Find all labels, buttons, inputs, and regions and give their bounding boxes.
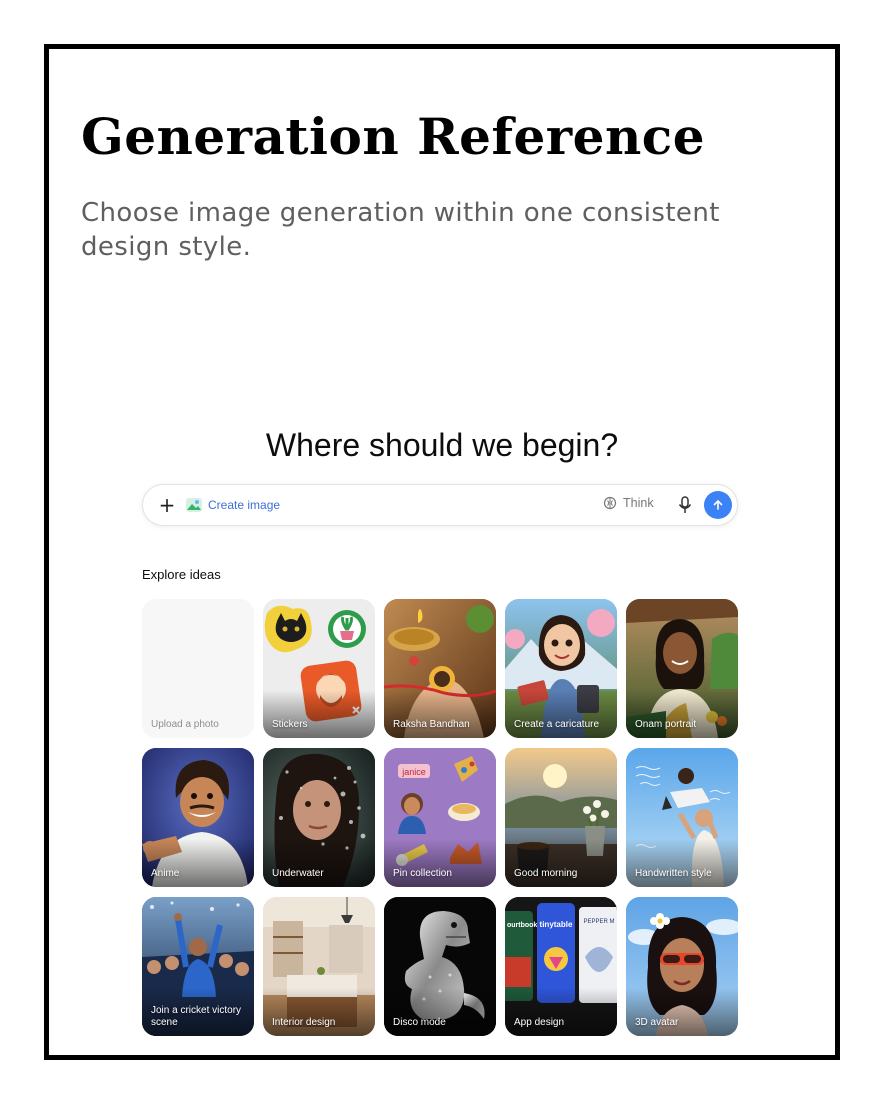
card-label: Raksha Bandhan bbox=[393, 719, 470, 730]
plus-icon[interactable]: + bbox=[155, 493, 179, 517]
explore-ideas-label: Explore ideas bbox=[142, 567, 221, 582]
app-tag-3: PEPPER M bbox=[583, 919, 614, 925]
card-3d-avatar[interactable]: 3D avatar bbox=[626, 897, 738, 1036]
send-button[interactable] bbox=[704, 491, 732, 519]
card-label: Join a cricket victory scene bbox=[151, 1005, 242, 1028]
card-label: Handwritten style bbox=[635, 868, 712, 879]
card-label: Anime bbox=[151, 868, 180, 879]
card-underwater[interactable]: Underwater bbox=[263, 748, 375, 887]
think-button[interactable]: Think bbox=[603, 496, 654, 510]
app-tag-1: ourtbook bbox=[507, 922, 537, 929]
card-upload-photo[interactable]: Upload a photo bbox=[142, 599, 254, 738]
reference-frame: Generation Reference Choose image genera… bbox=[44, 44, 840, 1060]
image-icon bbox=[186, 498, 202, 512]
card-create-caricature[interactable]: Create a caricature bbox=[505, 599, 617, 738]
microphone-icon[interactable] bbox=[676, 495, 694, 515]
app-tag-2: tinytable bbox=[540, 920, 573, 929]
think-icon bbox=[603, 496, 617, 510]
card-label: Upload a photo bbox=[151, 719, 219, 730]
card-onam-portrait[interactable]: Onam portrait bbox=[626, 599, 738, 738]
card-handwritten-style[interactable]: Handwritten style bbox=[626, 748, 738, 887]
card-label: Pin collection bbox=[393, 868, 452, 879]
page-subtitle: Choose image generation within one consi… bbox=[81, 198, 720, 262]
card-label: Create a caricature bbox=[514, 719, 600, 730]
pin-tag-text: janice bbox=[401, 767, 426, 777]
card-stickers[interactable]: Stickers bbox=[263, 599, 375, 738]
card-app-design[interactable]: ourtbook tinytable PEPPER M App design bbox=[505, 897, 617, 1036]
ideas-grid: Upload a photo Stickers Raksha Bandhan C… bbox=[142, 599, 738, 1037]
card-interior-design[interactable]: Interior design bbox=[263, 897, 375, 1036]
card-cricket-victory[interactable]: Join a cricket victory scene bbox=[142, 897, 254, 1036]
card-label: Onam portrait bbox=[635, 719, 697, 730]
card-label: App design bbox=[514, 1017, 565, 1028]
card-label: 3D avatar bbox=[635, 1017, 679, 1028]
card-anime[interactable]: Anime bbox=[142, 748, 254, 887]
card-pin-collection[interactable]: janice Pin collection bbox=[384, 748, 496, 887]
card-label: Interior design bbox=[272, 1017, 336, 1028]
card-good-morning[interactable]: Good morning bbox=[505, 748, 617, 887]
card-disco-mode[interactable]: Disco mode bbox=[384, 897, 496, 1036]
prompt-heading: Where should we begin? bbox=[265, 427, 619, 463]
card-label: Good morning bbox=[514, 868, 578, 879]
card-label: Stickers bbox=[272, 719, 308, 730]
think-label: Think bbox=[623, 496, 654, 510]
card-label: Underwater bbox=[272, 868, 324, 879]
create-image-chip[interactable]: Create image bbox=[185, 495, 280, 515]
prompt-composer[interactable]: + Create image Think bbox=[142, 484, 738, 526]
card-label: Disco mode bbox=[393, 1017, 446, 1028]
page-title: Generation Reference bbox=[81, 107, 706, 166]
create-image-label: Create image bbox=[208, 498, 281, 512]
arrow-up-icon bbox=[713, 499, 723, 510]
card-raksha-bandhan[interactable]: Raksha Bandhan bbox=[384, 599, 496, 738]
